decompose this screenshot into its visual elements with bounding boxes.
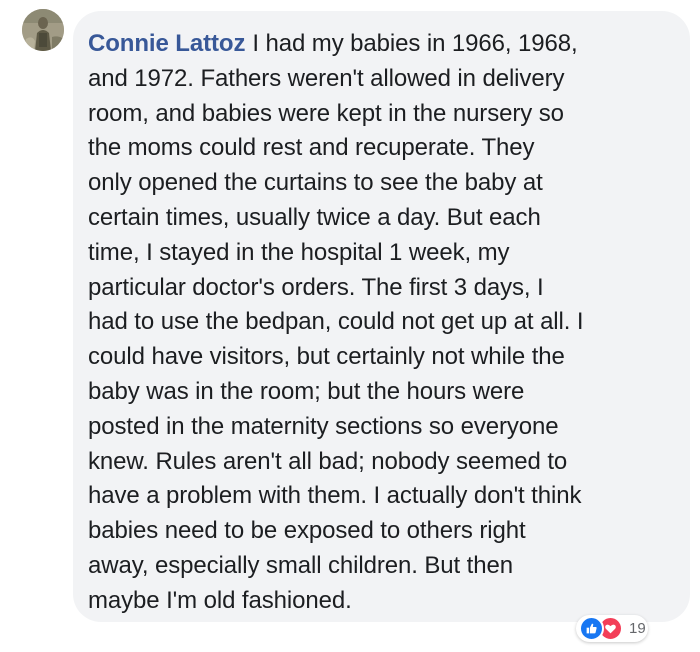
comment-line: particular doctor's orders. The first 3 … [88, 273, 544, 301]
comment-line: could have visitors, but certainly not w… [88, 343, 565, 371]
comment-line: babies need to be exposed to others righ… [88, 517, 526, 545]
comment-author-name[interactable]: Connie Lattoz [88, 30, 245, 57]
comment-line: posted in the maternity sections so ever… [88, 412, 559, 440]
comment-line: baby was in the room; but the hours were [88, 377, 525, 405]
reaction-count: 19 [629, 620, 646, 637]
comment-text: Connie Lattoz I had my babies in 1966, 19… [88, 27, 676, 619]
like-icon [579, 616, 604, 641]
comment-line: I had my babies in 1966, 1968, [252, 30, 578, 57]
avatar[interactable] [22, 9, 64, 51]
reactions-summary[interactable]: 19 [576, 615, 648, 642]
comment-bubble: Connie Lattoz I had my babies in 1966, 19… [73, 11, 690, 622]
comment-line: certain times, usually twice a day. But … [88, 203, 541, 231]
comment-line: had to use the bedpan, could not get up … [88, 308, 584, 336]
comment-line: only opened the curtains to see the baby… [88, 169, 543, 197]
comment-line: have a problem with them. I actually don… [88, 482, 582, 510]
comment-line: the moms could rest and recuperate. They [88, 134, 535, 162]
comment-line: maybe I'm old fashioned. [88, 586, 352, 614]
comment-line: knew. Rules aren't all bad; nobody seeme… [88, 447, 568, 475]
comment-line: away, especially small children. But the… [88, 551, 513, 579]
comment-line: and 1972. Fathers weren't allowed in del… [88, 64, 565, 92]
comment-line: time, I stayed in the hospital 1 week, m… [88, 238, 510, 266]
comment-line: room, and babies were kept in the nurser… [88, 99, 564, 127]
